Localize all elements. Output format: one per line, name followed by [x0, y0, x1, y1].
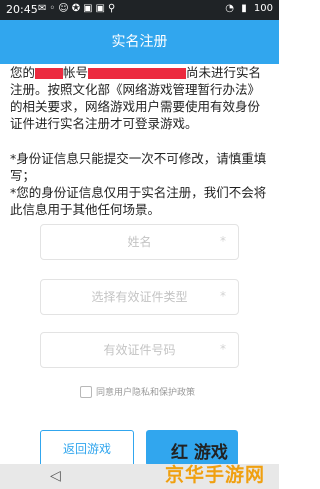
id-number-input[interactable] [41, 333, 238, 367]
required-star-icon: * [220, 234, 226, 248]
id-number-field[interactable]: * [40, 332, 239, 368]
battery-level: 100 [253, 3, 273, 14]
id-type-field[interactable]: * [40, 279, 239, 315]
name-field[interactable]: * [40, 224, 239, 260]
note-one-time: *身份证信息只能提交一次不可修改，请慎重填写； [10, 151, 267, 183]
intro-part1: 您的 [10, 65, 36, 80]
info-text: 您的 帐号 尚未进行实名注册。按照文化部《网络游戏管理暂行办法》的相关要求，网络游戏… [10, 64, 270, 218]
page-title: 实名注册 [111, 34, 168, 50]
notification-icons: ✉◦☺✪▣▣⚲ [38, 3, 119, 14]
status-time: 20:45 [6, 3, 38, 16]
name-input[interactable] [41, 225, 238, 259]
intro-paragraph: 您的 帐号 尚未进行实名注册。按照文化部《网络游戏管理暂行办法》的相关要求，网络游戏… [10, 64, 270, 132]
watermark-line2: 京华手游网 [165, 464, 266, 486]
redacted-game-name [35, 68, 64, 79]
intro-part2: 帐号 [63, 65, 89, 80]
wifi-icon: ◔ [225, 3, 235, 14]
id-type-select[interactable] [41, 280, 238, 314]
agreement-label[interactable]: 同意用户隐私和保护政策 [96, 385, 195, 398]
signal-icon: ▮ [241, 3, 247, 14]
status-right: ◔ ▮ 100 [221, 3, 273, 14]
required-star-icon: * [220, 342, 226, 356]
note-privacy: *您的身份证信息仅用于实名注册，我们不会将此信息用于其他任何场景。 [10, 185, 267, 217]
required-star-icon: * [220, 289, 226, 303]
agreement-checkbox[interactable] [80, 385, 92, 398]
back-to-game-button[interactable]: 返回游戏 [40, 430, 134, 468]
agreement-row[interactable]: 同意用户隐私和保护政策 [80, 385, 195, 398]
redacted-account [88, 68, 187, 79]
site-watermark: 红 游戏 京华手游网 [147, 436, 277, 488]
status-bar: 20:45 ✉◦☺✪▣▣⚲ ◔ ▮ 100 [0, 0, 279, 20]
nav-back-icon[interactable]: ◁ [50, 468, 61, 484]
title-bar: 实名注册 [0, 20, 279, 64]
